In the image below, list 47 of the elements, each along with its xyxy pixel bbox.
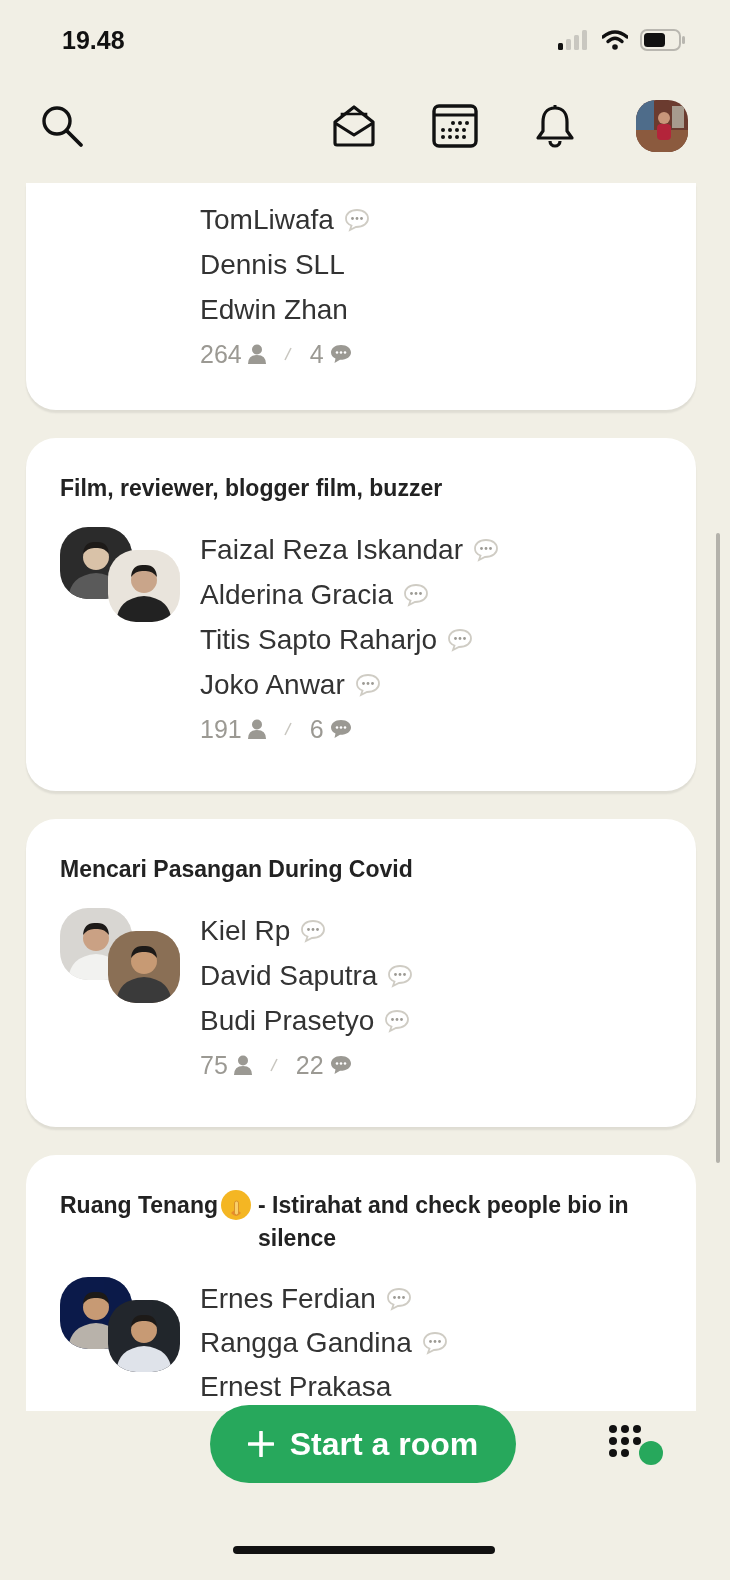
signal-icon (558, 30, 590, 50)
participant-name: Faizal Reza Iskandar (200, 533, 463, 566)
separator-icon (283, 722, 292, 736)
participant-name: Budi Prasetyo (200, 1004, 375, 1037)
listener-count: 75 (200, 1050, 228, 1080)
room-title: Mencari Pasangan During Covid (60, 855, 413, 884)
person-icon (247, 344, 266, 364)
separator-icon (283, 347, 292, 361)
room-title: Film, reviewer, blogger film, buzzer (60, 474, 443, 503)
participant-name: TomLiwafa (200, 203, 334, 236)
chat-icon (329, 719, 352, 739)
room-card[interactable]: Film, reviewer, blogger film, buzzer Faizal Reza Iskandar Alderina Gracia Titis Sapto Raharjo Joko Anwar 191 6 (26, 438, 696, 791)
speaker-count: 22 (295, 1050, 324, 1080)
speaker-count: 6 (309, 714, 324, 744)
person-icon (247, 719, 266, 739)
battery-icon (640, 29, 686, 51)
listener-count: 191 (200, 714, 242, 744)
separator-icon (269, 1058, 278, 1072)
participant-name: Ernes Ferdian (200, 1283, 376, 1315)
participant-name: Rangga Gandina (200, 1327, 412, 1359)
participant-name: Edwin Zhan (200, 293, 348, 326)
dot-grid-icon[interactable] (608, 1424, 666, 1466)
chat-icon (329, 344, 352, 364)
plus-icon (247, 1431, 274, 1457)
participant-name: Alderina Gracia (200, 578, 393, 611)
room-card[interactable]: Ruang Tenang - Istirahat and check people bio in silence Ernes Ferdian Rangga Gandina Ernest Prakasa (26, 1155, 696, 1411)
participant-name: Dennis SLL (200, 248, 345, 281)
wifi-icon (602, 30, 628, 50)
participant-name: Ernest Prakasa (200, 1371, 392, 1403)
participant-name: Joko Anwar (200, 668, 345, 701)
room-card[interactable]: TomLiwafa Dennis SLL Edwin Zhan 264 4 (26, 183, 696, 410)
room-card[interactable]: Mencari Pasangan During Covid Kiel Rp David Saputra Budi Prasetyo 75 22 (26, 819, 696, 1127)
envelope-icon[interactable] (332, 103, 376, 148)
status-time: 19.48 (62, 25, 125, 55)
search-icon[interactable] (40, 103, 84, 148)
chat-icon (329, 1055, 352, 1075)
room-title: - Istirahat and check people bio in silence (258, 1191, 630, 1253)
bell-icon[interactable] (534, 103, 576, 148)
participant-name: Kiel Rp (200, 914, 291, 947)
listener-count: 264 (200, 339, 242, 369)
room-title: Ruang Tenang (60, 1191, 218, 1220)
calendar-icon[interactable] (432, 103, 478, 148)
emoji-icon (220, 1189, 252, 1221)
speaker-count: 4 (309, 339, 324, 369)
participant-name: David Saputra (200, 959, 378, 992)
participant-name: Titis Sapto Raharjo (200, 623, 438, 656)
person-icon (233, 1055, 252, 1075)
